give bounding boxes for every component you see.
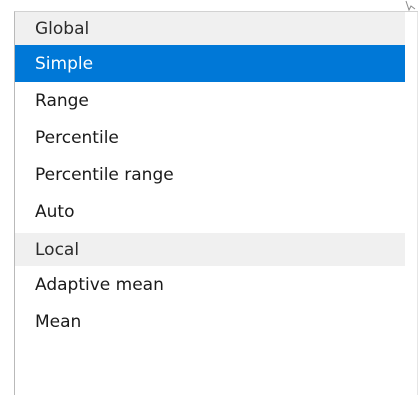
option-auto[interactable]: Auto: [15, 193, 405, 230]
group-header-label: Global: [35, 18, 90, 39]
option-label: Percentile: [35, 127, 119, 148]
option-mean[interactable]: Mean: [15, 303, 405, 340]
option-label: Simple: [35, 53, 94, 74]
group-header-local: Local: [15, 233, 405, 266]
option-range[interactable]: Range: [15, 82, 405, 119]
option-label: Auto: [35, 201, 75, 222]
option-label: Mean: [35, 311, 82, 332]
option-label: Adaptive mean: [35, 274, 164, 295]
dropdown-list[interactable]: Global Simple Range Percentile Percentil…: [14, 11, 418, 395]
option-adaptive-mean[interactable]: Adaptive mean: [15, 266, 405, 303]
screen: Global Simple Range Percentile Percentil…: [0, 0, 419, 395]
group-header-global: Global: [15, 12, 405, 45]
option-label: Range: [35, 90, 89, 111]
group-header-label: Local: [35, 239, 80, 260]
option-percentile-range[interactable]: Percentile range: [15, 156, 405, 193]
option-simple[interactable]: Simple: [15, 45, 405, 82]
option-label: Percentile range: [35, 164, 174, 185]
option-percentile[interactable]: Percentile: [15, 119, 405, 156]
